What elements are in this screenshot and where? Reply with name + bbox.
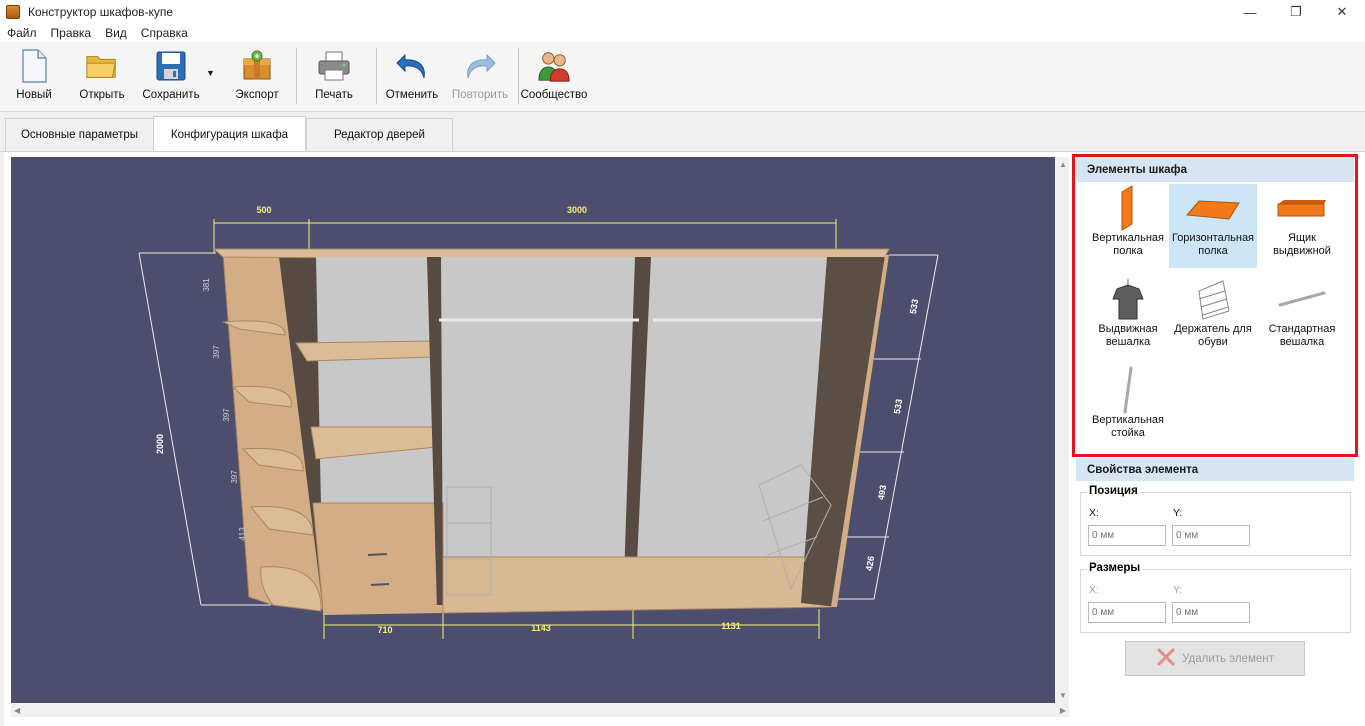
size-x-label: X: [1089, 584, 1099, 596]
folder-icon [85, 48, 119, 84]
tab-door-editor[interactable]: Редактор дверей [306, 118, 453, 151]
vertical-scrollbar[interactable]: ▲ ▼ [1055, 157, 1069, 703]
position-x-label: X: [1089, 507, 1099, 519]
scroll-down-icon[interactable]: ▼ [1059, 691, 1067, 700]
open-button[interactable]: Открыть [76, 48, 128, 108]
community-button[interactable]: Сообщество [521, 48, 587, 108]
bottom-board [442, 556, 834, 614]
scroll-right-icon[interactable]: ▶ [1060, 706, 1066, 715]
position-group: Позиция X: Y: [1080, 485, 1351, 556]
dim-height: 2000 [155, 434, 165, 454]
save-dropdown-arrow-icon[interactable]: ▼ [206, 68, 215, 78]
minimize-button[interactable]: — [1227, 0, 1273, 24]
floppy-disk-icon [154, 48, 188, 84]
dim-bottom: 1143 [531, 623, 551, 633]
size-group-title: Размеры [1087, 562, 1143, 574]
dim-left: 381 [202, 278, 211, 292]
dim-left: 397 [212, 345, 221, 359]
dim-left: 397 [222, 408, 231, 422]
drawer-handle [370, 583, 390, 586]
size-y-label: Y: [1173, 584, 1183, 596]
undo-arrow-icon [395, 48, 429, 84]
position-y-label: Y: [1173, 507, 1183, 519]
maximize-button[interactable]: ❐ [1273, 0, 1319, 24]
dim-right: 493 [876, 484, 888, 501]
menu-view[interactable]: Вид [98, 24, 134, 42]
delete-x-icon [1156, 648, 1176, 669]
dim-top-right: 3000 [567, 205, 587, 215]
drawer-handle [367, 553, 388, 556]
undo-button[interactable]: Отменить [384, 48, 440, 108]
tab-basic-params[interactable]: Основные параметры [5, 118, 154, 151]
app-icon [6, 5, 20, 19]
window-controls: — ❐ ✕ [1227, 0, 1365, 24]
dim-top-left: 500 [256, 205, 271, 215]
position-x-input[interactable] [1088, 525, 1166, 546]
size-y-input[interactable] [1172, 602, 1250, 623]
window-title: Конструктор шкафов-купе [28, 5, 174, 19]
dim-left: 397 [230, 470, 239, 484]
redo-arrow-icon [463, 48, 497, 84]
wardrobe-3d-viewport[interactable]: 500 3000 710 1143 1131 2000 533 533 493 … [11, 157, 1055, 703]
export-button[interactable]: Экспорт [234, 48, 280, 108]
drawer-unit [312, 502, 444, 610]
export-package-icon [240, 48, 274, 84]
size-x-input[interactable] [1088, 602, 1166, 623]
toolbar-separator [518, 48, 519, 104]
menu-file[interactable]: Файл [0, 24, 44, 42]
dim-left: 413 [238, 527, 247, 541]
size-group: Размеры X: Y: [1080, 562, 1351, 633]
close-button[interactable]: ✕ [1319, 0, 1365, 24]
title-bar: Конструктор шкафов-купе — ❐ ✕ [0, 0, 1365, 24]
dim-bottom: 710 [377, 625, 392, 635]
toolbar-separator [296, 48, 297, 104]
menu-edit[interactable]: Правка [44, 24, 99, 42]
menu-bar: Файл Правка Вид Справка [0, 24, 1365, 42]
new-document-icon [17, 48, 51, 84]
dim-right: 533 [908, 298, 920, 315]
shelf [295, 340, 432, 362]
toolbar-separator [376, 48, 377, 104]
users-group-icon [537, 48, 571, 84]
wardrobe-3d-model[interactable]: 500 3000 710 1143 1131 2000 533 533 493 … [11, 157, 1055, 703]
properties-panel-title: Свойства элемента [1076, 458, 1354, 481]
delete-element-label: Удалить элемент [1182, 652, 1274, 665]
horizontal-scrollbar[interactable]: ◀ ▶ [11, 703, 1069, 717]
dim-bottom: 1131 [721, 621, 741, 631]
new-button[interactable]: Новый [14, 48, 54, 108]
dim-right: 426 [864, 555, 876, 572]
scroll-up-icon[interactable]: ▲ [1059, 160, 1067, 169]
scroll-left-icon[interactable]: ◀ [14, 706, 20, 715]
delete-element-button[interactable]: Удалить элемент [1125, 641, 1305, 676]
redo-button[interactable]: Повторить [451, 48, 509, 108]
position-group-title: Позиция [1087, 485, 1140, 497]
position-y-input[interactable] [1172, 525, 1250, 546]
bottom-board [323, 605, 443, 615]
dim-right: 533 [892, 398, 904, 415]
printer-icon [317, 48, 351, 84]
toolbar: Новый Открыть Сохранить ▼ Экспорт Печать… [0, 42, 1365, 112]
print-button[interactable]: Печать [312, 48, 356, 108]
save-button[interactable]: Сохранить [141, 48, 201, 108]
tab-wardrobe-config[interactable]: Конфигурация шкафа [153, 116, 306, 152]
tab-bar: Основные параметры Конфигурация шкафа Ре… [0, 112, 1365, 152]
elements-panel-highlight [1072, 154, 1358, 457]
menu-help[interactable]: Справка [134, 24, 195, 42]
